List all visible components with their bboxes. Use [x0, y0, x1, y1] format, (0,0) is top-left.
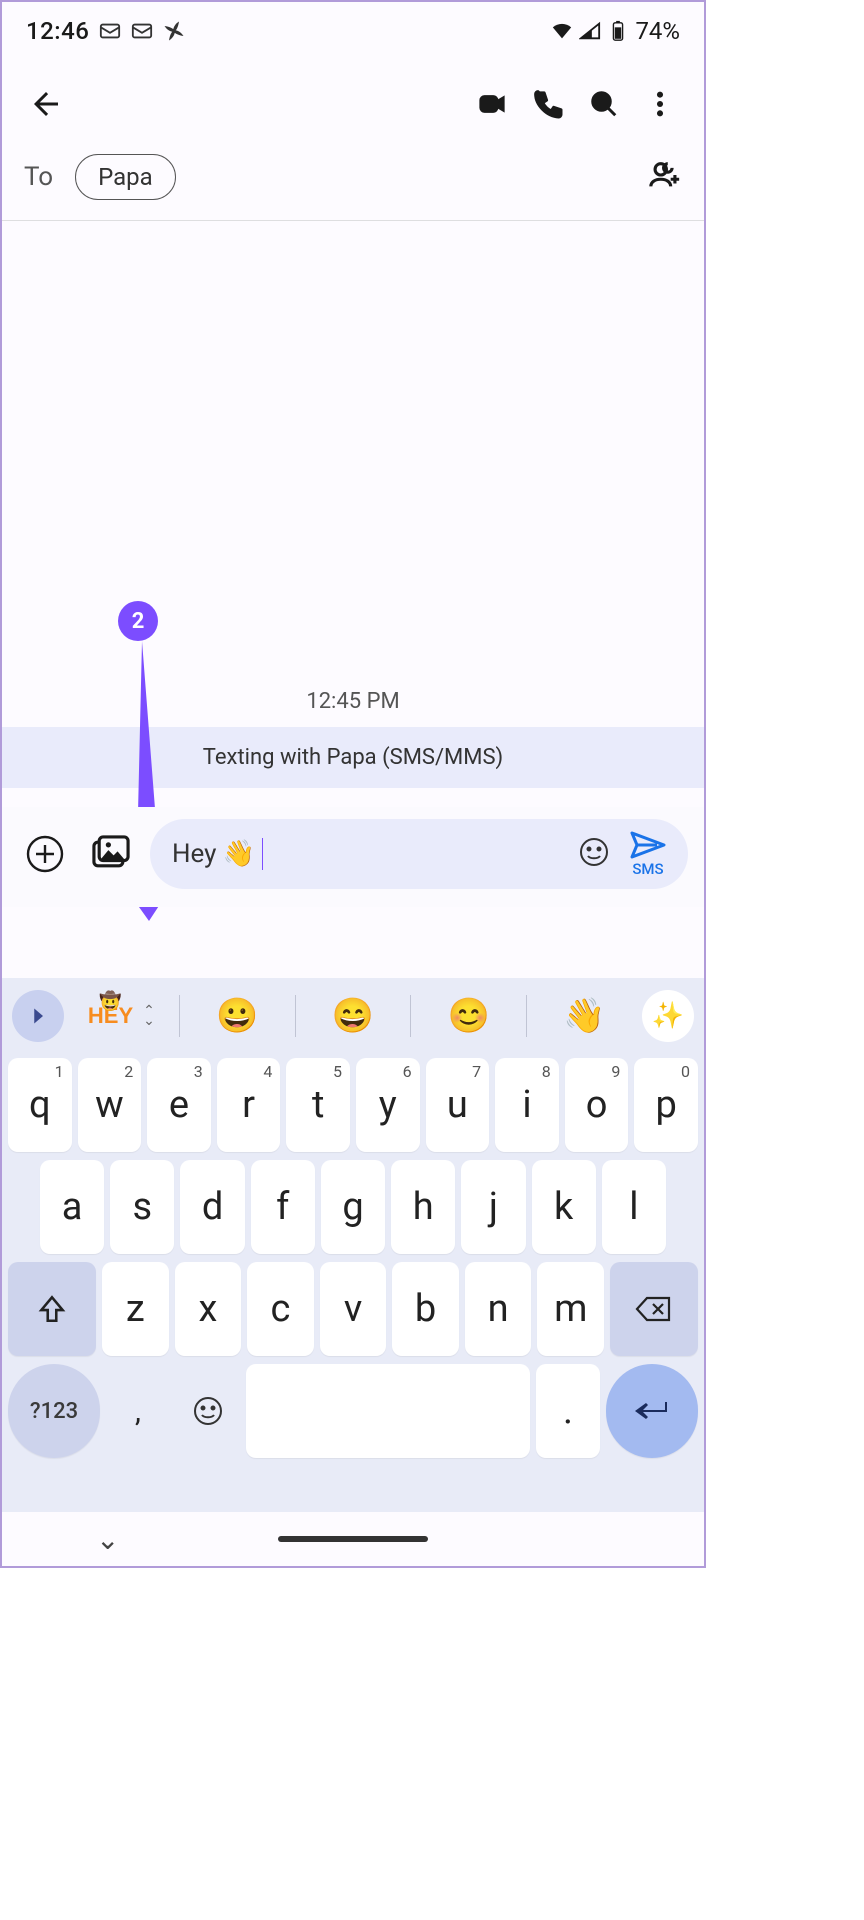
chevron-updown-icon: ⌃⌄	[143, 1006, 155, 1026]
emoji-suggestion-1[interactable]: 😀	[180, 996, 295, 1036]
key-v[interactable]: v	[320, 1262, 387, 1356]
compose-bar: Hey 👋 SMS	[2, 807, 704, 907]
magic-compose-button[interactable]: ✨	[642, 990, 694, 1042]
add-person-button[interactable]	[648, 158, 682, 196]
period-key[interactable]: .	[536, 1364, 600, 1458]
key-t[interactable]: t5	[286, 1058, 350, 1152]
key-o[interactable]: o9	[565, 1058, 629, 1152]
expand-suggestions-button[interactable]	[12, 990, 64, 1042]
key-m[interactable]: m	[537, 1262, 604, 1356]
emoji-suggestion-2[interactable]: 😄	[296, 996, 411, 1036]
key-d[interactable]: d	[180, 1160, 244, 1254]
key-u[interactable]: u7	[426, 1058, 490, 1152]
send-label: SMS	[632, 860, 663, 878]
key-a[interactable]: a	[40, 1160, 104, 1254]
key-s[interactable]: s	[110, 1160, 174, 1254]
keyboard: 🤠HEY ⌃⌄ 😀 😄 😊 👋 ✨ q1w2e3r4t5y6u7i8o9p0 a…	[2, 978, 704, 1512]
key-c[interactable]: c	[247, 1262, 314, 1356]
key-r[interactable]: r4	[217, 1058, 281, 1152]
nav-chevron-icon[interactable]: ⌄	[96, 1523, 119, 1556]
key-y[interactable]: y6	[356, 1058, 420, 1152]
send-button[interactable]: SMS	[618, 830, 678, 878]
pinwheel-icon	[163, 20, 185, 42]
space-key[interactable]	[246, 1364, 530, 1458]
status-bar: 12:46 74%	[2, 2, 704, 60]
info-banner: Texting with Papa (SMS/MMS)	[2, 727, 704, 788]
enter-key[interactable]	[606, 1364, 698, 1458]
annotation-step-2: 2	[118, 601, 158, 641]
key-f[interactable]: f	[251, 1160, 315, 1254]
signal-icon	[579, 20, 601, 42]
compose-input[interactable]: Hey 👋 SMS	[150, 819, 688, 889]
wave-emoji-icon: 👋	[222, 839, 254, 869]
phone-call-button[interactable]	[520, 76, 576, 132]
key-i[interactable]: i8	[495, 1058, 559, 1152]
shift-key[interactable]	[8, 1262, 96, 1356]
search-button[interactable]	[576, 76, 632, 132]
conversation-area: 12:45 PM Texting with Papa (SMS/MMS) 2 1…	[2, 221, 704, 978]
key-q[interactable]: q1	[8, 1058, 72, 1152]
recipient-chip[interactable]: Papa	[75, 154, 176, 200]
app-header	[2, 60, 704, 148]
key-x[interactable]: x	[175, 1262, 242, 1356]
key-w[interactable]: w2	[78, 1058, 142, 1152]
keyboard-row-2: asdfghjkl	[2, 1156, 704, 1258]
to-label: To	[24, 162, 53, 192]
suggestion-row: 🤠HEY ⌃⌄ 😀 😄 😊 👋 ✨	[2, 978, 704, 1054]
compose-text: Hey 👋	[172, 838, 263, 870]
key-j[interactable]: j	[461, 1160, 525, 1254]
emoji-button[interactable]	[578, 836, 610, 872]
recipient-row: To Papa	[2, 148, 704, 220]
key-e[interactable]: e3	[147, 1058, 211, 1152]
keyboard-row-3: zxcvbnm	[2, 1258, 704, 1360]
keyboard-row-4: ?123 , .	[2, 1360, 704, 1468]
emoji-suggestion-3[interactable]: 😊	[411, 996, 526, 1036]
key-h[interactable]: h	[391, 1160, 455, 1254]
key-z[interactable]: z	[102, 1262, 169, 1356]
battery-percent: 74%	[635, 17, 680, 45]
home-indicator[interactable]	[278, 1536, 428, 1542]
keyboard-row-1: q1w2e3r4t5y6u7i8o9p0	[2, 1054, 704, 1156]
message-timestamp: 12:45 PM	[2, 689, 704, 714]
gallery-button[interactable]	[84, 827, 138, 881]
key-l[interactable]: l	[602, 1160, 666, 1254]
video-call-button[interactable]	[464, 76, 520, 132]
key-k[interactable]: k	[532, 1160, 596, 1254]
comma-key[interactable]: ,	[106, 1364, 170, 1458]
key-n[interactable]: n	[465, 1262, 532, 1356]
status-time: 12:46	[26, 17, 89, 45]
backspace-key[interactable]	[610, 1262, 698, 1356]
wifi-icon	[551, 20, 573, 42]
battery-icon	[607, 20, 629, 42]
key-g[interactable]: g	[321, 1160, 385, 1254]
keyboard-emoji-key[interactable]	[176, 1364, 240, 1458]
symbols-key[interactable]: ?123	[8, 1364, 100, 1458]
outlook-icon-2	[131, 20, 153, 42]
key-b[interactable]: b	[392, 1262, 459, 1356]
emoji-suggestion-4[interactable]: 👋	[527, 996, 642, 1036]
nav-bar: ⌄	[2, 1512, 704, 1566]
key-p[interactable]: p0	[634, 1058, 698, 1152]
attach-button[interactable]	[18, 827, 72, 881]
outlook-icon	[99, 20, 121, 42]
more-menu-button[interactable]	[632, 76, 688, 132]
sticker-suggestion[interactable]: 🤠HEY ⌃⌄	[64, 1003, 179, 1029]
back-button[interactable]	[18, 76, 74, 132]
